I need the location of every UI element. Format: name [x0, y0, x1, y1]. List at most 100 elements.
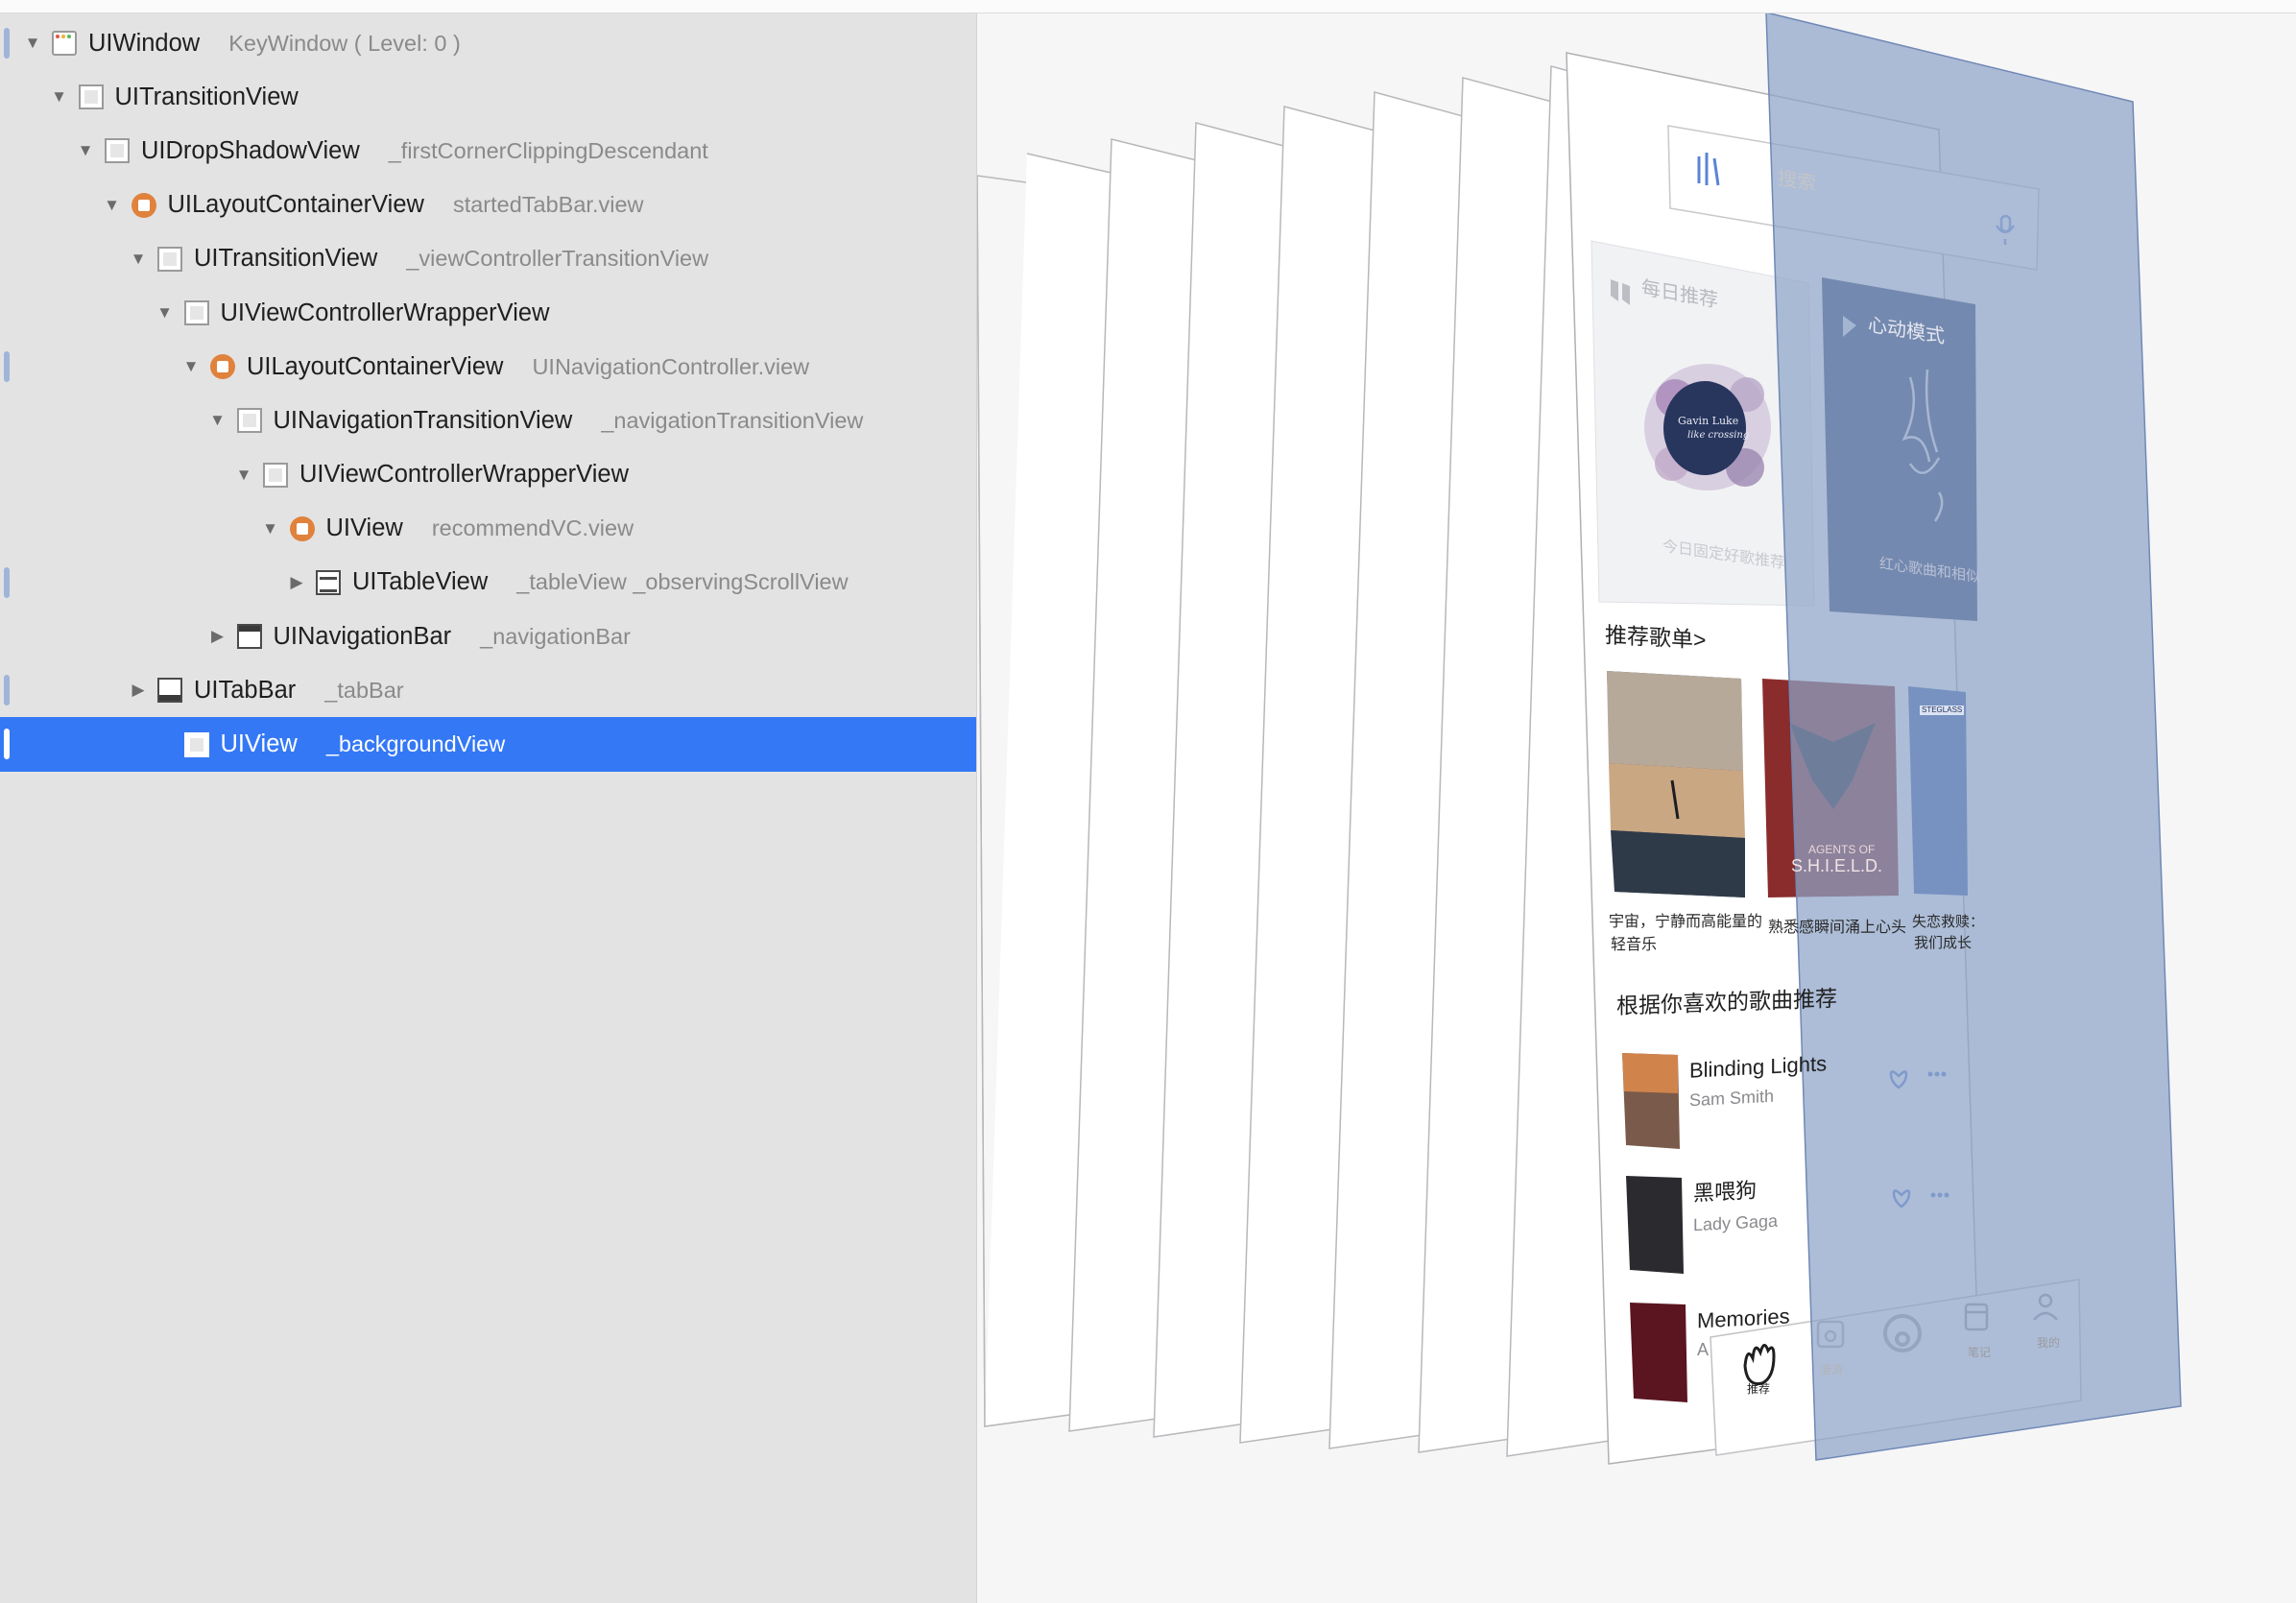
property-annotation: _tabBar — [324, 677, 404, 703]
song-2-title: 黑喂狗 — [1693, 1178, 1758, 1206]
disclosure-closed-icon[interactable]: ▶ — [283, 569, 310, 596]
class-name: UIView — [325, 514, 403, 542]
tab-mine-label[interactable]: 我的 — [2037, 1337, 2060, 1349]
view-icon — [263, 462, 288, 488]
selected-background-view[interactable] — [1765, 12, 2182, 1461]
song-thumb-black[interactable] — [1626, 1176, 1684, 1274]
disclosure-closed-icon[interactable]: ▶ — [125, 677, 152, 704]
property-annotation: _viewControllerTransitionView — [406, 246, 709, 272]
layer-stack[interactable] — [977, 12, 2296, 1603]
property-annotation: UINavigationController.view — [532, 353, 810, 379]
table-icon — [316, 569, 341, 595]
disclosure-closed-icon[interactable]: ▶ — [204, 623, 231, 650]
hierarchy-row[interactable]: ▶ UITabBar _tabBar — [0, 663, 976, 717]
hierarchy-row[interactable]: ▶ UITableView _tableView _observingScrollV… — [0, 556, 976, 610]
hierarchy-row[interactable]: ▼ UITransitionView — [0, 70, 976, 124]
view-icon — [183, 731, 209, 757]
hierarchy-row[interactable]: ▼ UIView recommendVC.view — [0, 502, 976, 556]
view-icon — [236, 408, 262, 434]
container-icon — [289, 515, 315, 541]
class-name: UIWindow — [88, 29, 201, 57]
hierarchy-row[interactable]: ▼ UILayoutContainerView UINavigationContro… — [0, 340, 976, 394]
playlist-1-line1: 宇宙，宁静而高能量的 — [1609, 914, 1763, 930]
row-marker — [4, 566, 10, 598]
hierarchy-row[interactable]: ▼ UITransitionView _viewControllerTransiti… — [0, 232, 976, 286]
playlist-2-cover-text1: AGENTS OF — [1808, 843, 1876, 856]
class-name: UIDropShadowView — [141, 136, 360, 164]
property-annotation: _backgroundView — [325, 731, 506, 757]
song-thumb-memories[interactable] — [1630, 1303, 1687, 1402]
property-annotation: KeyWindow ( Level: 0 ) — [228, 30, 461, 56]
playlist-3-tag: STEGLASS — [1920, 706, 1965, 715]
disclosure-open-icon[interactable]: ▼ — [152, 299, 179, 326]
tab-roam-label[interactable]: 漫游 — [1820, 1364, 1843, 1376]
hierarchy-row[interactable]: UIView _backgroundView — [0, 717, 976, 772]
class-name: UITabBar — [194, 676, 297, 704]
card1-album-sub: like crossing — [1687, 430, 1750, 441]
class-name: UITransitionView — [194, 245, 378, 273]
hierarchy-row[interactable]: ▼ UIDropShadowView _firstCornerClippingDes… — [0, 124, 976, 178]
view-icon — [183, 300, 209, 326]
hierarchy-row[interactable]: ▼ UIViewControllerWrapperView — [0, 448, 976, 502]
class-name: UILayoutContainerView — [167, 191, 424, 219]
disclosure-open-icon[interactable]: ▼ — [257, 515, 284, 542]
navbar-icon — [236, 624, 262, 650]
toolbar-strip — [0, 0, 2296, 13]
playlist-header: 推荐歌单> — [1605, 622, 1707, 653]
property-annotation: recommendVC.view — [431, 515, 634, 541]
row-marker — [4, 28, 10, 59]
hierarchy-row[interactable]: ▼ UIWindow KeyWindow ( Level: 0 ) — [0, 16, 976, 70]
row-marker — [4, 675, 10, 706]
property-annotation: _tableView _observingScrollView — [516, 569, 849, 595]
disclosure-open-icon[interactable]: ▼ — [204, 407, 231, 434]
hierarchy-row[interactable]: ▼ UILayoutContainerView startedTabBar.view — [0, 179, 976, 232]
class-name: UITransitionView — [114, 83, 299, 110]
property-annotation: startedTabBar.view — [452, 192, 644, 218]
class-name: UIViewControllerWrapperView — [220, 299, 550, 326]
view-hierarchy-panel: ▼ UIWindow KeyWindow ( Level: 0 ) ▼ UITransi… — [0, 12, 977, 1603]
view-icon — [78, 84, 104, 110]
container-icon — [210, 354, 235, 380]
playlist-3-line2: 我们成长 — [1914, 935, 1973, 951]
song-3-title: Memories — [1697, 1304, 1790, 1333]
property-annotation: _navigationBar — [480, 623, 631, 649]
cover-sky — [1607, 671, 1743, 771]
tabbar-icon — [157, 678, 182, 704]
hierarchy-row[interactable]: ▶ UINavigationBar _navigationBar — [0, 610, 976, 663]
row-marker — [4, 351, 10, 383]
cover-sea — [1611, 830, 1745, 897]
view-icon — [157, 246, 182, 272]
song-1-artist: Sam Smith — [1689, 1086, 1775, 1111]
hierarchy-row[interactable]: ▼ UINavigationTransitionView _navigationTr… — [0, 394, 976, 447]
view-icon — [105, 138, 130, 164]
disclosure-open-icon[interactable]: ▼ — [46, 84, 73, 110]
class-name: UIViewControllerWrapperView — [299, 461, 629, 489]
disclosure-open-icon[interactable]: ▼ — [72, 137, 99, 164]
disclosure-open-icon[interactable]: ▼ — [230, 462, 257, 489]
disclosure-open-icon[interactable]: ▼ — [125, 246, 152, 273]
playlist-1-line2: 轻音乐 — [1611, 937, 1658, 953]
disclosure-open-icon[interactable]: ▼ — [99, 192, 126, 219]
playlist-2-cover-text2: S.H.I.E.L.D. — [1791, 856, 1883, 875]
cover-horizon — [1609, 763, 1745, 838]
song-2-artist: Lady Gaga — [1693, 1210, 1779, 1235]
tab-notes-label[interactable]: 笔记 — [1968, 1347, 1991, 1358]
class-name: UINavigationTransitionView — [273, 406, 573, 434]
hierarchy-row[interactable]: ▼ UIViewControllerWrapperView — [0, 286, 976, 340]
window-icon — [52, 31, 77, 57]
tab-recommend-label[interactable]: 推荐 — [1747, 1383, 1770, 1395]
playlist-3-line1: 失恋救赎： — [1912, 914, 1985, 930]
property-annotation: _navigationTransitionView — [601, 407, 864, 433]
album-art-daily — [1644, 364, 1771, 490]
disclosure-open-icon[interactable]: ▼ — [178, 353, 204, 380]
hierarchy-tree: ▼ UIWindow KeyWindow ( Level: 0 ) ▼ UITransi… — [0, 16, 976, 772]
container-icon — [131, 192, 156, 218]
class-name: UITableView — [352, 568, 489, 596]
playlist-2-line1: 熟悉感瞬间涌上心头 — [1768, 920, 1907, 936]
song-3-artist: A — [1697, 1340, 1710, 1359]
property-annotation: _firstCornerClippingDescendant — [388, 137, 708, 163]
disclosure-open-icon[interactable]: ▼ — [19, 30, 46, 57]
3d-view-canvas[interactable]: 搜索 每日推荐 Gavin Luke like crossing 今日固定好歌推… — [977, 12, 2296, 1603]
row-marker — [4, 729, 10, 760]
